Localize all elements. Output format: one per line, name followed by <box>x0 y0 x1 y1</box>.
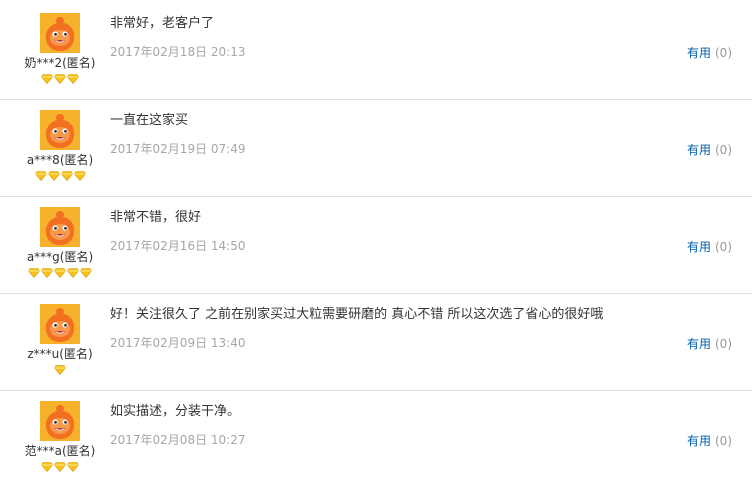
diamond-icon <box>54 365 66 375</box>
review-date: 2017年02月18日 20:13 <box>110 45 246 59</box>
user-avatar[interactable] <box>40 401 80 441</box>
member-level <box>0 171 120 181</box>
useful-button[interactable]: 有用 (0) <box>687 335 732 352</box>
diamond-icon <box>60 171 73 181</box>
diamond-icon <box>54 268 66 278</box>
review-item: a***8(匿名) 一直在这家买 2017年02月19日 07:49 有用 (0) <box>0 97 755 194</box>
diamond-icon <box>67 74 79 84</box>
user-name: 奶***2(匿名) <box>24 56 96 70</box>
diamond-icon <box>54 74 66 84</box>
member-level <box>0 74 120 84</box>
useful-button[interactable]: 有用 (0) <box>687 238 732 255</box>
user-name: 范***a(匿名) <box>24 444 96 458</box>
useful-button[interactable]: 有用 (0) <box>687 44 732 61</box>
avatar-mascot-icon <box>40 110 80 150</box>
review-text: 非常好，老客户了 <box>110 16 215 31</box>
diamond-icon <box>73 171 86 181</box>
diamond-icon <box>47 171 60 181</box>
diamond-icon <box>41 74 53 84</box>
review-text: 非常不错，很好 <box>110 210 202 225</box>
diamond-icon <box>67 462 79 472</box>
review-item: 范***a(匿名) 如实描述，分装干净。 2017年02月08日 10:27 有… <box>0 388 755 485</box>
useful-count: (0) <box>715 434 732 448</box>
user-name: z***u(匿名) <box>27 347 93 361</box>
avatar-mascot-icon <box>40 401 80 441</box>
user-avatar[interactable] <box>40 13 80 53</box>
user-avatar[interactable] <box>40 110 80 150</box>
user-name: a***g(匿名) <box>26 250 94 264</box>
review-text: 如实描述，分装干净。 <box>110 404 241 419</box>
useful-count: (0) <box>715 337 732 351</box>
review-item: z***u(匿名) 好！关注很久了 之前在别家买过大粒需要研磨的 真心不错 所以… <box>0 291 755 388</box>
review-date: 2017年02月08日 10:27 <box>110 433 246 447</box>
review-date: 2017年02月19日 07:49 <box>110 142 246 156</box>
useful-button[interactable]: 有用 (0) <box>687 141 732 158</box>
review-text: 一直在这家买 <box>110 113 189 128</box>
diamond-icon <box>28 268 40 278</box>
useful-count: (0) <box>715 46 732 60</box>
avatar-mascot-icon <box>40 304 80 344</box>
member-level <box>0 365 120 375</box>
member-level <box>0 268 120 278</box>
diamond-icon <box>80 268 92 278</box>
review-item: 奶***2(匿名) 非常好，老客户了 2017年02月18日 20:13 有用(… <box>0 0 755 97</box>
avatar-mascot-icon <box>40 207 80 247</box>
user-avatar[interactable] <box>40 304 80 344</box>
useful-count: (0) <box>715 143 732 157</box>
user-avatar[interactable] <box>40 207 80 247</box>
review-text: 好！关注很久了 之前在别家买过大粒需要研磨的 真心不错 所以这次选了省心的很好哦 <box>110 307 604 322</box>
diamond-icon <box>41 462 53 472</box>
review-item: a***g(匿名) 非常不错，很好 2017年02月16日 14:50 有用 (0… <box>0 194 755 291</box>
avatar-mascot-icon <box>40 13 80 53</box>
review-date: 2017年02月09日 13:40 <box>110 336 246 350</box>
review-date: 2017年02月16日 14:50 <box>110 239 246 253</box>
useful-button[interactable]: 有用 (0) <box>687 432 732 449</box>
user-name: a***8(匿名) <box>26 153 94 167</box>
diamond-icon <box>41 268 53 278</box>
review-list: 奶***2(匿名) 非常好，老客户了 2017年02月18日 20:13 有用(… <box>0 0 755 484</box>
diamond-icon <box>54 462 66 472</box>
member-level <box>0 462 120 472</box>
useful-count: (0) <box>715 240 732 254</box>
diamond-icon <box>34 171 47 181</box>
diamond-icon <box>67 268 79 278</box>
